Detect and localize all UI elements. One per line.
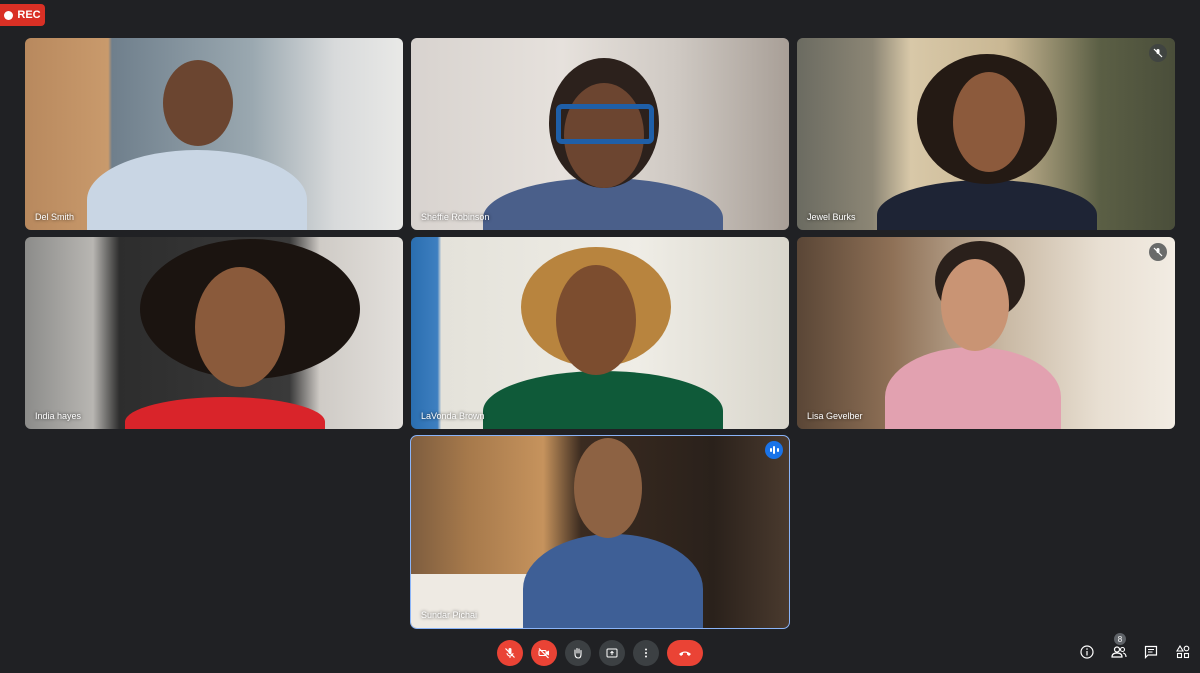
participant-face xyxy=(953,72,1025,172)
info-icon[interactable] xyxy=(1078,643,1096,661)
people-icon[interactable]: 8 xyxy=(1110,633,1128,661)
participant-name: Lisa Gevelber xyxy=(807,411,863,421)
meeting-controls xyxy=(497,640,703,666)
participant-tile-jewel-burks[interactable]: Jewel Burks xyxy=(797,38,1175,230)
more-options-icon[interactable] xyxy=(633,640,659,666)
glasses xyxy=(556,104,654,144)
participant-tile-del-smith[interactable]: Del Smith xyxy=(25,38,403,230)
participant-name: LaVonda Brown xyxy=(421,411,485,421)
participant-tile-lisa-gevelber[interactable]: Lisa Gevelber xyxy=(797,237,1175,429)
side-panel-toggles: 8 xyxy=(1078,633,1192,661)
participant-tile-lavonda-brown[interactable]: LaVonda Brown xyxy=(411,237,789,429)
participant-tile-sundar-pichai[interactable]: Sundar Pichai xyxy=(410,435,790,629)
participants-count-badge: 8 xyxy=(1114,633,1126,645)
speaking-indicator-icon xyxy=(765,441,783,459)
participant-face xyxy=(574,438,642,538)
participant-face xyxy=(195,267,285,387)
mic-off-icon[interactable] xyxy=(497,640,523,666)
participant-face xyxy=(941,259,1009,351)
participant-tile-sheffie-robinson[interactable]: Sheffie Robinson xyxy=(411,38,789,230)
participant-name: Sundar Pichai xyxy=(421,610,478,620)
mic-muted-icon xyxy=(1149,44,1167,62)
chat-icon[interactable] xyxy=(1142,643,1160,661)
camera-off-icon[interactable] xyxy=(531,640,557,666)
participant-name: Del Smith xyxy=(35,212,75,222)
participant-name: Jewel Burks xyxy=(807,212,856,222)
recording-indicator: REC xyxy=(0,4,45,26)
participant-tile-india-hayes[interactable]: India hayes xyxy=(25,237,403,429)
participant-face xyxy=(556,265,636,375)
participant-name: India hayes xyxy=(35,411,82,421)
hang-up-icon[interactable] xyxy=(667,640,703,666)
participant-name: Sheffie Robinson xyxy=(421,212,490,222)
mic-muted-icon xyxy=(1149,243,1167,261)
raise-hand-icon[interactable] xyxy=(565,640,591,666)
present-screen-icon[interactable] xyxy=(599,640,625,666)
participant-face xyxy=(163,60,233,146)
recording-label: REC xyxy=(17,9,41,21)
recording-dot-icon xyxy=(4,10,14,20)
activities-icon[interactable] xyxy=(1174,643,1192,661)
